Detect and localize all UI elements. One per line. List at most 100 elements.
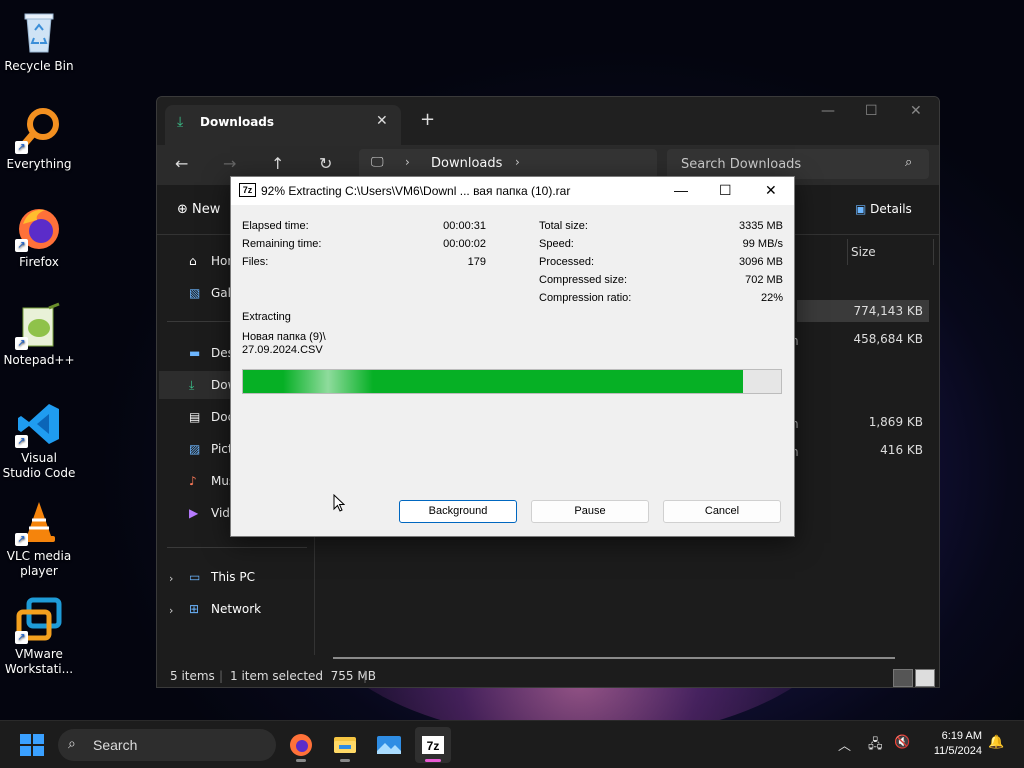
maximize-button[interactable]: ☐	[719, 182, 732, 199]
shortcut-arrow-icon: ↗	[15, 631, 28, 644]
close-window-button[interactable]: ✕	[910, 103, 922, 119]
sidebar-item-label: This PC	[211, 570, 255, 584]
address-bar[interactable]: 🖵 › Downloads ›	[359, 149, 657, 179]
column-separator[interactable]	[933, 239, 934, 265]
progress-fill	[243, 370, 744, 393]
file-size-cell[interactable]: 458,684 KB	[797, 328, 929, 350]
details-label: Details	[870, 202, 912, 216]
extraction-progress-dialog: 7z 92% Extracting C:\Users\VM6\Downl ...…	[230, 176, 795, 537]
chevron-right-icon[interactable]: ›	[515, 155, 520, 169]
7zip-icon: 7z	[422, 736, 444, 754]
search-icon: ⌕	[905, 155, 913, 170]
shortcut-arrow-icon: ↗	[15, 435, 28, 448]
file-size-cell[interactable]: 774,143 KB	[797, 300, 929, 322]
status-bar: 5 items | 1 item selected 755 MB |	[157, 665, 939, 687]
column-header-size[interactable]: Size	[851, 245, 876, 259]
stat-value-elapsed: 00:00:31	[443, 220, 486, 232]
start-button[interactable]	[20, 734, 44, 756]
vmware-icon: ↗	[15, 596, 63, 644]
shortcut-arrow-icon: ↗	[15, 337, 28, 350]
network-status-icon[interactable]: 🖧	[868, 735, 883, 757]
desktop-icon-label: VLC media player	[6, 549, 72, 578]
stat-value-compressed-size: 702 MB	[745, 274, 783, 286]
desktop-icon-label: Visual Studio Code	[2, 451, 76, 480]
close-dialog-button[interactable]: ✕	[765, 182, 777, 199]
vlc-icon: ↗	[15, 498, 63, 546]
chevron-right-icon[interactable]: ›	[169, 572, 173, 585]
taskbar-app-firefox[interactable]	[283, 727, 319, 763]
cancel-button[interactable]: Cancel	[663, 500, 781, 523]
desktop-icon-vlc[interactable]: ↗ VLC media player	[2, 498, 76, 579]
maximize-button[interactable]: ☐	[865, 103, 878, 119]
clock-time: 6:19 AM	[941, 730, 982, 742]
dialog-titlebar: 7z 92% Extracting C:\Users\VM6\Downl ...…	[231, 177, 794, 205]
chevron-right-icon[interactable]: ›	[405, 155, 410, 169]
details-button[interactable]: ▣ Details	[855, 202, 912, 216]
file-explorer-icon	[334, 737, 356, 753]
music-icon: ♪	[189, 474, 197, 488]
desktop-icon-firefox[interactable]: ↗ Firefox	[2, 204, 76, 270]
back-button[interactable]: ←	[175, 154, 188, 173]
minimize-button[interactable]: —	[674, 182, 688, 198]
stat-label-elapsed: Elapsed time:	[242, 220, 309, 232]
taskbar-app-file-explorer[interactable]	[327, 727, 363, 763]
new-tab-button[interactable]: +	[420, 109, 435, 130]
chevron-up-icon[interactable]: ︿	[838, 735, 851, 754]
taskbar-app-7zip[interactable]: 7z	[415, 727, 451, 763]
desktop-icon-label: Everything	[6, 157, 72, 171]
desktop-icon-vmware[interactable]: ↗ VMware Workstati...	[2, 596, 76, 677]
background-button[interactable]: Background	[399, 500, 517, 523]
pause-button[interactable]: Pause	[531, 500, 649, 523]
column-separator[interactable]	[847, 239, 848, 265]
extraction-progress-bar	[242, 369, 782, 394]
new-label: New	[192, 202, 221, 217]
download-icon: ⤓	[177, 114, 184, 130]
sidebar-item-network[interactable]: ⊞ Network	[189, 595, 314, 623]
up-button[interactable]: ↑	[271, 154, 284, 173]
running-indicator	[296, 759, 306, 762]
gallery-icon: ▧	[189, 286, 201, 300]
status-divider: |	[363, 669, 368, 683]
desktop-icon-label: Recycle Bin	[4, 59, 74, 73]
tab-downloads[interactable]: ⤓ Downloads ✕	[165, 105, 401, 145]
chevron-right-icon[interactable]: ›	[169, 604, 173, 617]
taskbar-search-placeholder: Search	[93, 737, 138, 753]
sidebar-item-this-pc[interactable]: ▭ This PC	[189, 563, 314, 591]
horizontal-scrollbar[interactable]	[333, 657, 895, 659]
current-file: 27.09.2024.CSV	[242, 344, 323, 356]
firefox-icon: ↗	[15, 204, 63, 252]
new-button[interactable]: ⊕ New	[177, 202, 220, 217]
refresh-button[interactable]: ↻	[319, 154, 332, 173]
stat-label-compression-ratio: Compression ratio:	[539, 292, 632, 304]
desktop-icon-label: Notepad++	[3, 353, 75, 367]
desktop-icon-everything[interactable]: ↗ Everything	[2, 106, 76, 172]
active-indicator	[425, 759, 441, 762]
7zip-icon: 7z	[239, 183, 256, 197]
taskbar-search-input[interactable]: ⌕ Search	[58, 729, 276, 761]
shortcut-arrow-icon: ↗	[15, 239, 28, 252]
file-size-cell[interactable]: 416 KB	[797, 439, 929, 461]
tiles-view-icon[interactable]	[915, 669, 935, 687]
taskbar-app-image-viewer[interactable]	[371, 727, 407, 763]
status-selection: 1 item selected 755 MB	[230, 669, 376, 683]
clock[interactable]: 6:19 AM 11/5/2024	[918, 729, 982, 759]
address-path[interactable]: Downloads	[431, 156, 502, 171]
running-indicator	[340, 759, 350, 762]
stat-value-total-size: 3335 MB	[738, 220, 783, 232]
details-view-icon[interactable]	[893, 669, 913, 687]
desktop-icon-recycle-bin[interactable]: Recycle Bin	[2, 8, 76, 74]
operation-status: Extracting	[242, 311, 291, 323]
file-size-cell[interactable]: 1,869 KB	[797, 411, 929, 433]
stat-label-processed: Processed:	[539, 256, 595, 268]
minimize-button[interactable]: —	[821, 103, 835, 119]
volume-muted-icon[interactable]: 🔇	[894, 735, 910, 750]
desktop-icon-vscode[interactable]: ↗ Visual Studio Code	[2, 400, 76, 481]
close-tab-icon[interactable]: ✕	[376, 113, 388, 129]
stat-label-speed: Speed:	[539, 238, 574, 250]
notification-bell-icon[interactable]: 🔔	[988, 735, 1004, 750]
forward-button[interactable]: →	[223, 154, 236, 173]
recycle-bin-icon	[15, 8, 63, 56]
search-input[interactable]: Search Downloads ⌕	[667, 149, 929, 179]
desktop-icon-notepadpp[interactable]: ↗ Notepad++	[2, 302, 76, 368]
this-pc-icon: ▭	[189, 570, 201, 584]
